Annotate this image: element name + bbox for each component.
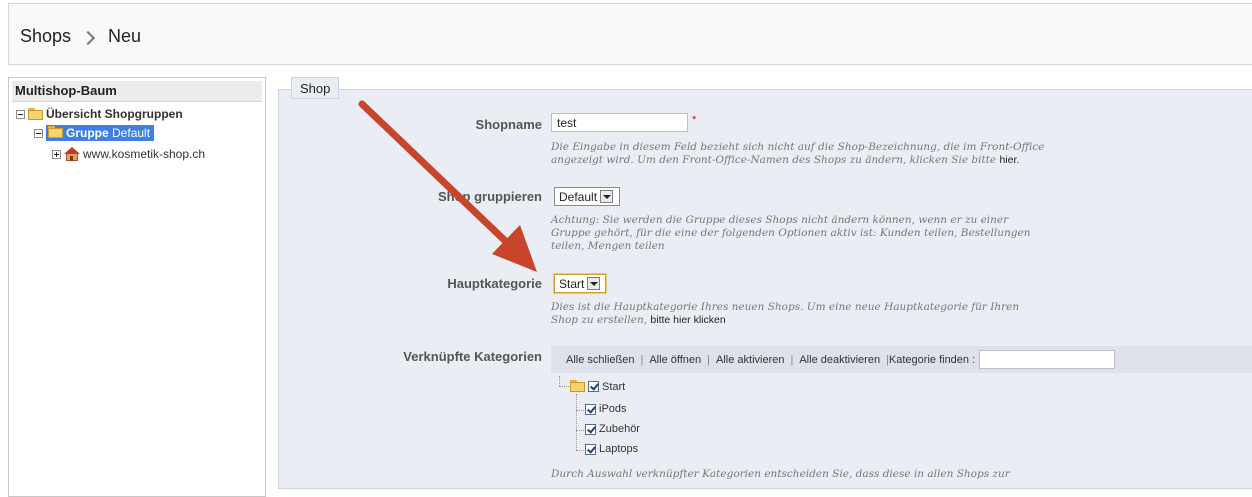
main-category-hint-text: Dies ist die Hauptkategorie Ihres neuen … bbox=[551, 301, 1020, 326]
main-category-select[interactable]: Start bbox=[554, 274, 606, 293]
category-node-start[interactable]: Start bbox=[570, 380, 625, 393]
category-checkbox-laptops[interactable] bbox=[585, 443, 596, 455]
chevron-down-icon[interactable] bbox=[587, 277, 601, 290]
category-checkbox-ipods[interactable] bbox=[585, 403, 596, 415]
main-category-hint: Dies ist die Hauptkategorie Ihres neuen … bbox=[551, 301, 1041, 327]
tree-connector bbox=[576, 450, 584, 451]
linked-categories-hint: Durch Auswahl verknüpfter Kategorien ent… bbox=[551, 468, 1010, 480]
shop-group-select[interactable]: Default bbox=[554, 187, 620, 206]
category-label-laptops[interactable]: Laptops bbox=[599, 443, 638, 455]
form-legend: Shop bbox=[291, 77, 340, 99]
main-category-value: Start bbox=[559, 276, 585, 291]
breadcrumb: Shops Neu bbox=[20, 26, 141, 47]
separator: | bbox=[790, 353, 794, 366]
category-node-ipods[interactable]: iPods bbox=[585, 403, 627, 415]
category-label-start[interactable]: Start bbox=[602, 381, 625, 393]
group-prefix: Gruppe bbox=[66, 126, 109, 140]
required-mark: * bbox=[692, 114, 697, 126]
collapse-icon[interactable] bbox=[16, 109, 25, 119]
collapse-icon[interactable] bbox=[34, 128, 43, 138]
tree-connector bbox=[559, 386, 569, 387]
chevron-right-icon bbox=[80, 30, 96, 45]
linked-categories-label: Verknüpfte Kategorien bbox=[403, 349, 542, 364]
open-folder-icon bbox=[48, 126, 64, 139]
tree-connector bbox=[576, 410, 584, 411]
shopname-hint: Die Eingabe in diesem Feld bezieht sich … bbox=[551, 141, 1051, 167]
separator: | bbox=[707, 353, 710, 366]
find-category-label: Kategorie finden : bbox=[888, 353, 976, 366]
tree-connector bbox=[576, 394, 577, 450]
check-all-link[interactable]: Alle aktivieren bbox=[716, 354, 784, 366]
open-folder-icon bbox=[570, 380, 586, 393]
category-checkbox-start[interactable] bbox=[588, 381, 599, 392]
chevron-down-icon[interactable] bbox=[600, 190, 614, 203]
category-checkbox-zubehoer[interactable] bbox=[585, 423, 596, 435]
collapse-all-link[interactable]: Alle schließen bbox=[566, 354, 634, 366]
breadcrumb-bar: Shops Neu bbox=[8, 3, 1252, 65]
category-tree-toolbar: Alle schließen | Alle öffnen | Alle akti… bbox=[551, 346, 1252, 373]
tree-node-shop[interactable]: www.kosmetik-shop.ch bbox=[52, 147, 205, 161]
tree-node-shop-label[interactable]: www.kosmetik-shop.ch bbox=[83, 147, 205, 161]
find-category-input[interactable] bbox=[979, 350, 1116, 369]
tree-connector bbox=[576, 430, 584, 431]
shop-home-icon bbox=[64, 147, 80, 161]
breadcrumb-shops-link[interactable]: Shops bbox=[20, 26, 71, 47]
breadcrumb-current: Neu bbox=[108, 26, 142, 46]
category-node-zubehoer[interactable]: Zubehör bbox=[585, 423, 640, 435]
category-node-laptops[interactable]: Laptops bbox=[585, 443, 638, 455]
tree-connector bbox=[559, 376, 560, 386]
expand-all-link[interactable]: Alle öffnen bbox=[649, 354, 701, 366]
tree-node-overview-label[interactable]: Übersicht Shopgruppen bbox=[46, 107, 183, 121]
shop-group-label: Shop gruppieren bbox=[438, 189, 542, 204]
folder-icon bbox=[28, 107, 44, 121]
tree-node-overview[interactable]: Übersicht Shopgruppen bbox=[16, 107, 183, 121]
shopname-hint-text: Die Eingabe in diesem Feld bezieht sich … bbox=[551, 141, 1045, 166]
shop-group-value: Default bbox=[559, 189, 598, 204]
main-category-label: Hauptkategorie bbox=[447, 276, 542, 291]
tree-node-group-label[interactable]: Gruppe Default bbox=[46, 125, 155, 141]
separator: | bbox=[640, 353, 644, 366]
group-name: Default bbox=[112, 126, 151, 140]
category-label-ipods[interactable]: iPods bbox=[599, 403, 627, 415]
shop-group-hint: Achtung: Sie werden die Gruppe dieses Sh… bbox=[551, 214, 1031, 252]
category-label-zubehoer[interactable]: Zubehör bbox=[599, 423, 640, 435]
shopname-input[interactable]: test bbox=[551, 113, 688, 132]
tree-title: Multishop-Baum bbox=[12, 81, 262, 102]
shopname-label: Shopname bbox=[475, 117, 542, 132]
expand-icon[interactable] bbox=[52, 149, 61, 159]
shopname-hint-link[interactable]: hier. bbox=[999, 154, 1019, 166]
tree-node-group[interactable]: Gruppe Default bbox=[34, 125, 155, 141]
uncheck-all-link[interactable]: Alle deaktivieren bbox=[799, 354, 880, 366]
create-category-link[interactable]: bitte hier klicken bbox=[650, 314, 725, 326]
